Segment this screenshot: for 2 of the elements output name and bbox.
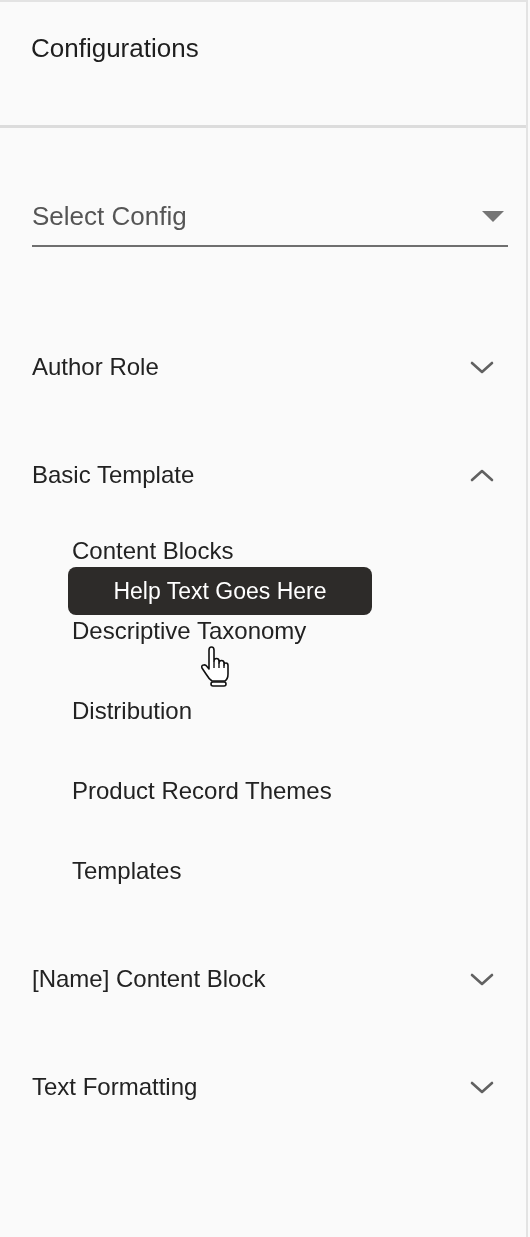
tooltip: Help Text Goes Here bbox=[68, 567, 372, 615]
panel-title: Configurations bbox=[31, 32, 200, 65]
